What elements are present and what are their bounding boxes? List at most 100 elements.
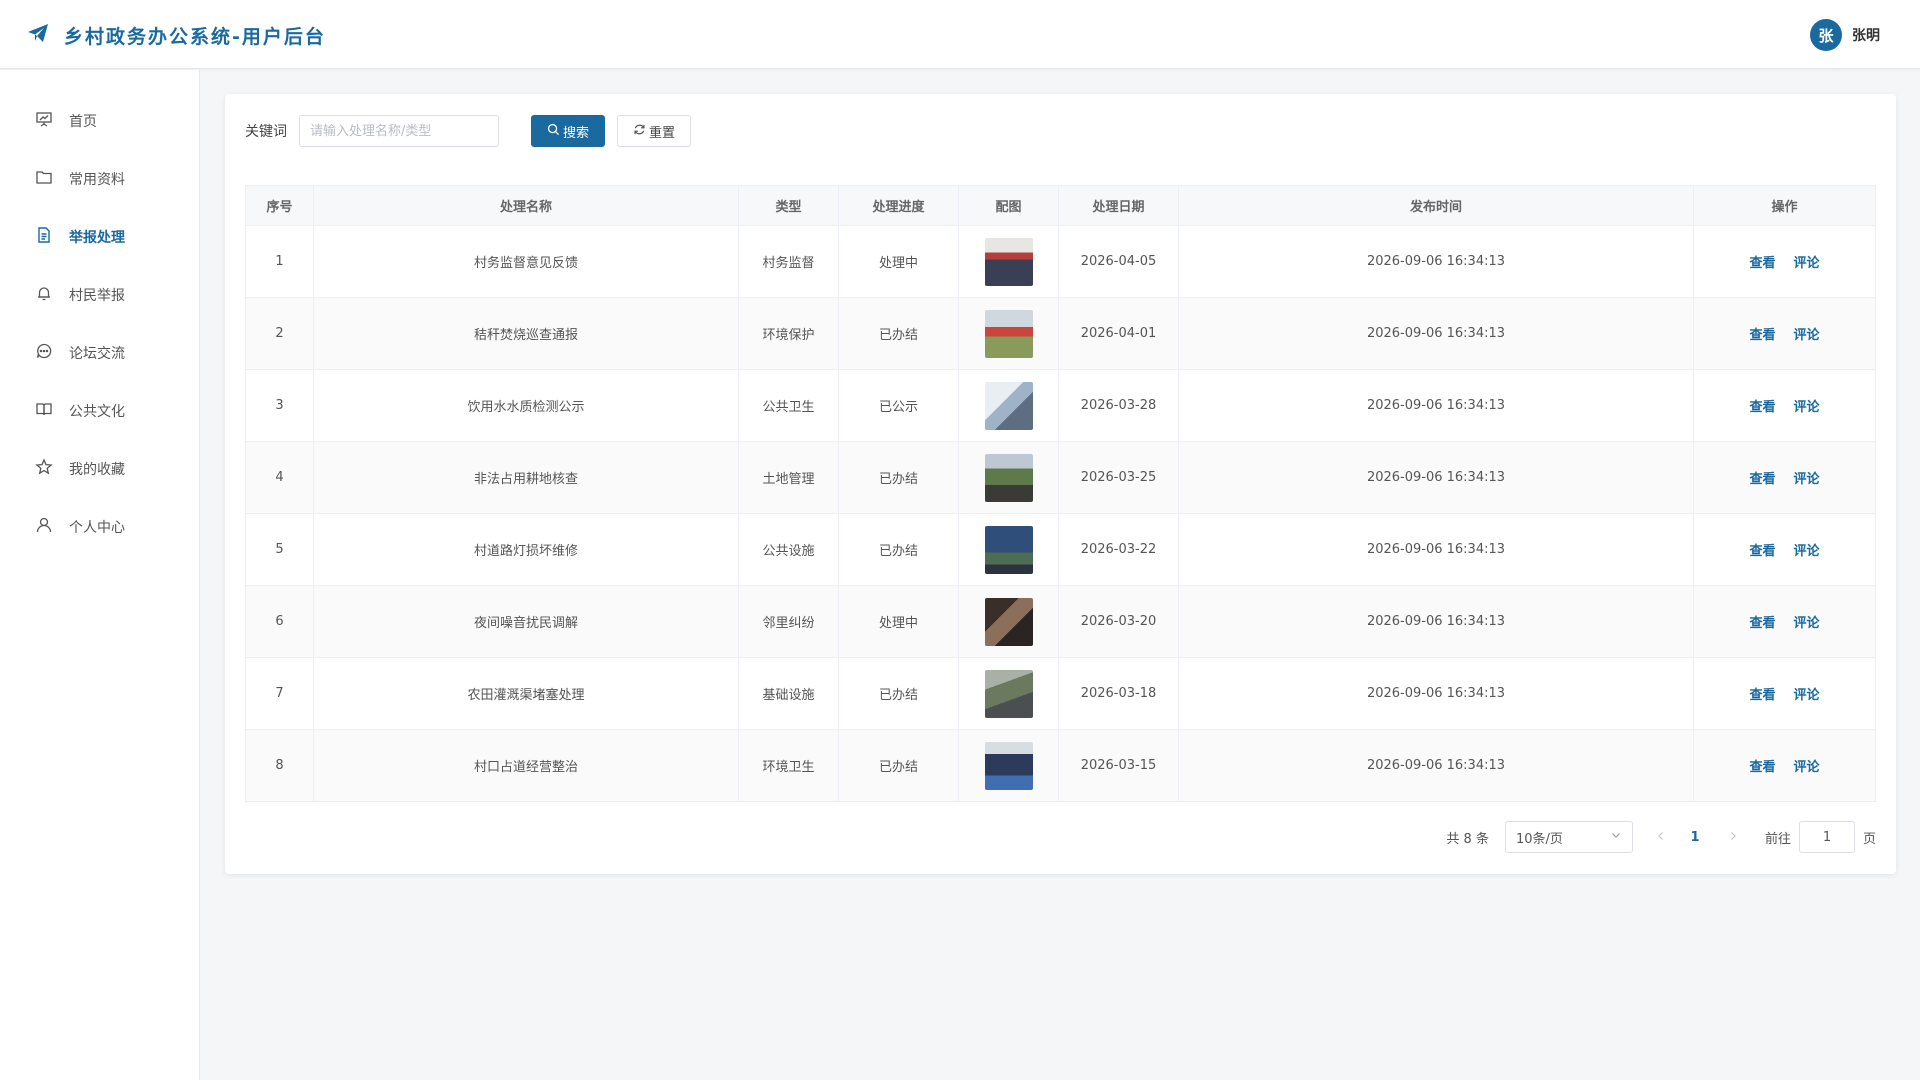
view-link[interactable]: 查看 xyxy=(1749,256,1775,271)
cell-date: 2026-03-15 xyxy=(1058,729,1179,802)
cell-type: 邻里纠纷 xyxy=(738,585,839,658)
view-link[interactable]: 查看 xyxy=(1749,328,1775,343)
cell-published: 2026-09-06 16:34:13 xyxy=(1178,513,1694,586)
cell-name: 秸秆焚烧巡查通报 xyxy=(313,297,739,370)
cell-type: 村务监督 xyxy=(738,225,839,298)
cell-status: 已办结 xyxy=(838,297,959,370)
cell-name: 夜间噪音扰民调解 xyxy=(313,585,739,658)
cell-date: 2026-03-28 xyxy=(1058,369,1179,442)
folder-icon xyxy=(35,168,53,190)
cell-date: 2026-03-25 xyxy=(1058,441,1179,514)
page-size-value: 10条/页 xyxy=(1515,831,1563,847)
main-panel: 关键词 搜索 重置 序号 处理名称 类型 处理进度 配图 xyxy=(225,94,1896,874)
keyword-label: 关键词 xyxy=(245,124,287,140)
table-row: 4 非法占用耕地核查 土地管理 已办结 2026-03-25 2026-09-0… xyxy=(245,441,1876,514)
cell-status: 已办结 xyxy=(838,657,959,730)
sidebar-item-materials[interactable]: 常用资料 xyxy=(0,150,199,208)
sidebar-item-favorites[interactable]: 我的收藏 xyxy=(0,440,199,498)
column-header-actions: 操作 xyxy=(1693,185,1876,226)
sidebar-item-label: 举报处理 xyxy=(69,230,125,246)
cell-name: 村务监督意见反馈 xyxy=(313,225,739,298)
cell-image xyxy=(958,657,1059,730)
view-link[interactable]: 查看 xyxy=(1749,544,1775,559)
cell-published: 2026-09-06 16:34:13 xyxy=(1178,225,1694,298)
report-thumbnail[interactable] xyxy=(984,309,1033,358)
pagination: 共 8 条 10条/页 1 前往 页 xyxy=(1446,821,1876,853)
table-row: 8 村口占道经营整治 环境卫生 已办结 2026-03-15 2026-09-0… xyxy=(245,729,1876,802)
prev-page-button[interactable] xyxy=(1649,825,1673,849)
comment-link[interactable]: 评论 xyxy=(1794,256,1820,271)
cell-index: 1 xyxy=(245,225,314,298)
view-link[interactable]: 查看 xyxy=(1749,688,1775,703)
cell-status: 处理中 xyxy=(838,585,959,658)
comment-link[interactable]: 评论 xyxy=(1794,544,1820,559)
cell-type: 公共设施 xyxy=(738,513,839,586)
cell-type: 土地管理 xyxy=(738,441,839,514)
report-thumbnail[interactable] xyxy=(984,525,1033,574)
report-thumbnail[interactable] xyxy=(984,597,1033,646)
cell-actions: 查看 评论 xyxy=(1693,657,1876,730)
cell-image xyxy=(958,513,1059,586)
goto-page-input[interactable] xyxy=(1798,821,1855,853)
comment-link[interactable]: 评论 xyxy=(1794,400,1820,415)
sidebar-item-label: 个人中心 xyxy=(69,520,125,536)
sidebar-item-profile[interactable]: 个人中心 xyxy=(0,498,199,556)
report-thumbnail[interactable] xyxy=(984,381,1033,430)
cell-published: 2026-09-06 16:34:13 xyxy=(1178,441,1694,514)
comment-link[interactable]: 评论 xyxy=(1794,328,1820,343)
brand[interactable]: 乡村政务办公系统-用户后台 xyxy=(26,20,326,50)
search-button[interactable]: 搜索 xyxy=(531,115,605,147)
table-row: 5 村道路灯损坏维修 公共设施 已办结 2026-03-22 2026-09-0… xyxy=(245,513,1876,586)
report-table-wrap: 序号 处理名称 类型 处理进度 配图 处理日期 发布时间 操作 1 村务监督意见… xyxy=(245,185,1876,802)
comment-link[interactable]: 评论 xyxy=(1794,760,1820,775)
user-menu[interactable]: 张 张明 xyxy=(1810,19,1880,51)
cell-published: 2026-09-06 16:34:13 xyxy=(1178,297,1694,370)
chat-icon xyxy=(35,342,53,364)
comment-link[interactable]: 评论 xyxy=(1794,688,1820,703)
cell-status: 已办结 xyxy=(838,729,959,802)
cell-type: 公共卫生 xyxy=(738,369,839,442)
sidebar-item-public-culture[interactable]: 公共文化 xyxy=(0,382,199,440)
report-thumbnail[interactable] xyxy=(984,453,1033,502)
next-page-button[interactable] xyxy=(1721,825,1745,849)
cell-image xyxy=(958,225,1059,298)
cell-actions: 查看 评论 xyxy=(1693,585,1876,658)
cell-type: 环境卫生 xyxy=(738,729,839,802)
cell-date: 2026-04-01 xyxy=(1058,297,1179,370)
report-thumbnail[interactable] xyxy=(984,237,1033,286)
report-thumbnail[interactable] xyxy=(984,669,1033,718)
cell-date: 2026-03-18 xyxy=(1058,657,1179,730)
cell-index: 4 xyxy=(245,441,314,514)
star-icon xyxy=(35,458,53,480)
cell-date: 2026-04-05 xyxy=(1058,225,1179,298)
sidebar: 首页 常用资料 举报处理 村民举报 论坛交流 公共文化 我的收藏 个人中心 xyxy=(0,70,200,1080)
page-number-current[interactable]: 1 xyxy=(1685,830,1705,845)
sidebar-item-label: 常用资料 xyxy=(69,172,125,188)
reset-button[interactable]: 重置 xyxy=(617,115,691,147)
chevron-down-icon xyxy=(1610,829,1622,845)
page-size-select[interactable]: 10条/页 xyxy=(1504,821,1633,853)
view-link[interactable]: 查看 xyxy=(1749,472,1775,487)
sidebar-item-villager-report[interactable]: 村民举报 xyxy=(0,266,199,324)
view-link[interactable]: 查看 xyxy=(1749,760,1775,775)
comment-link[interactable]: 评论 xyxy=(1794,616,1820,631)
column-header-published: 发布时间 xyxy=(1178,185,1694,226)
comment-link[interactable]: 评论 xyxy=(1794,472,1820,487)
report-thumbnail[interactable] xyxy=(984,741,1033,790)
bell-icon xyxy=(35,284,53,306)
cell-date: 2026-03-22 xyxy=(1058,513,1179,586)
view-link[interactable]: 查看 xyxy=(1749,400,1775,415)
avatar[interactable]: 张 xyxy=(1810,19,1842,51)
column-header-image: 配图 xyxy=(958,185,1059,226)
sidebar-item-home[interactable]: 首页 xyxy=(0,92,199,150)
sidebar-item-report-handling[interactable]: 举报处理 xyxy=(0,208,199,266)
view-link[interactable]: 查看 xyxy=(1749,616,1775,631)
chevron-left-icon xyxy=(1656,830,1666,845)
column-header-date: 处理日期 xyxy=(1058,185,1179,226)
keyword-input[interactable] xyxy=(299,115,499,147)
table-header-row: 序号 处理名称 类型 处理进度 配图 处理日期 发布时间 操作 xyxy=(245,185,1876,226)
cell-type: 环境保护 xyxy=(738,297,839,370)
sidebar-item-forum[interactable]: 论坛交流 xyxy=(0,324,199,382)
table-row: 2 秸秆焚烧巡查通报 环境保护 已办结 2026-04-01 2026-09-0… xyxy=(245,297,1876,370)
user-name[interactable]: 张明 xyxy=(1852,25,1880,45)
